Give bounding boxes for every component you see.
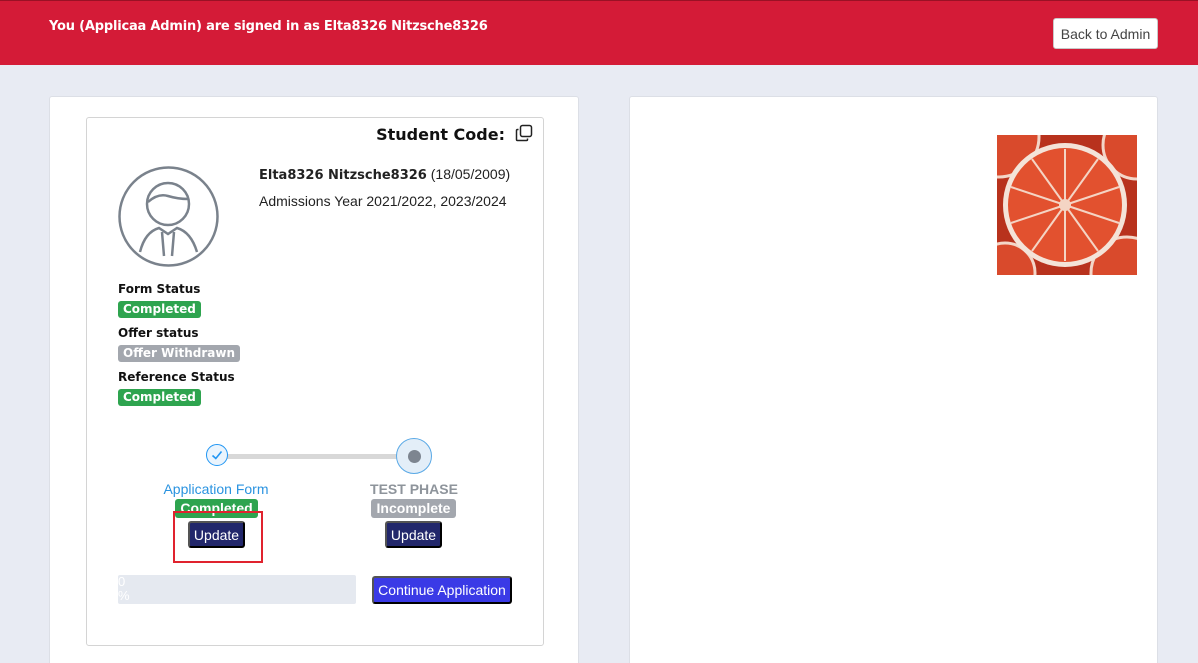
student-dob: (18/05/2009)	[430, 166, 511, 182]
update-test-phase-button[interactable]: Update	[385, 521, 442, 548]
avatar	[118, 166, 219, 267]
form-status-badge: Completed	[118, 301, 201, 318]
copy-icon[interactable]	[515, 124, 533, 142]
continue-application-button[interactable]: Continue Application	[372, 576, 512, 604]
check-icon	[206, 444, 228, 466]
student-name-line: Elta8326 Nitzsche8326 (18/05/2009)	[259, 166, 510, 183]
step-title-application-form[interactable]: Application Form	[157, 481, 275, 497]
image-panel	[629, 96, 1158, 663]
back-to-admin-button[interactable]: Back to Admin	[1053, 18, 1158, 49]
progress-label: 0 %	[118, 575, 130, 603]
grapefruit-image	[997, 135, 1137, 275]
update-application-form-button[interactable]: Update	[188, 521, 245, 548]
offer-status-badge: Offer Withdrawn	[118, 345, 241, 362]
student-panel: Student Code: Elta8326 Nitzsche8326 (18/…	[49, 96, 579, 663]
student-name: Elta8326 Nitzsche8326	[259, 168, 427, 183]
step-connector	[218, 454, 412, 459]
step-status-incomplete: Incomplete	[371, 499, 456, 518]
progress-bar: 0 %	[118, 575, 356, 604]
student-card: Student Code: Elta8326 Nitzsche8326 (18/…	[86, 117, 544, 646]
impersonation-banner: You (Applicaa Admin) are signed in as El…	[0, 0, 1198, 65]
offer-status-label: Offer status	[118, 326, 199, 340]
reference-status-badge: Completed	[118, 389, 201, 406]
form-status-label: Form Status	[118, 282, 201, 296]
current-step-dot	[396, 438, 432, 474]
step-title-test-phase: TEST PHASE	[370, 481, 458, 497]
student-code-label: Student Code:	[376, 125, 505, 144]
signed-in-message: You (Applicaa Admin) are signed in as El…	[49, 19, 488, 34]
reference-status-label: Reference Status	[118, 370, 235, 384]
admissions-year: Admissions Year 2021/2022, 2023/2024	[259, 193, 507, 209]
